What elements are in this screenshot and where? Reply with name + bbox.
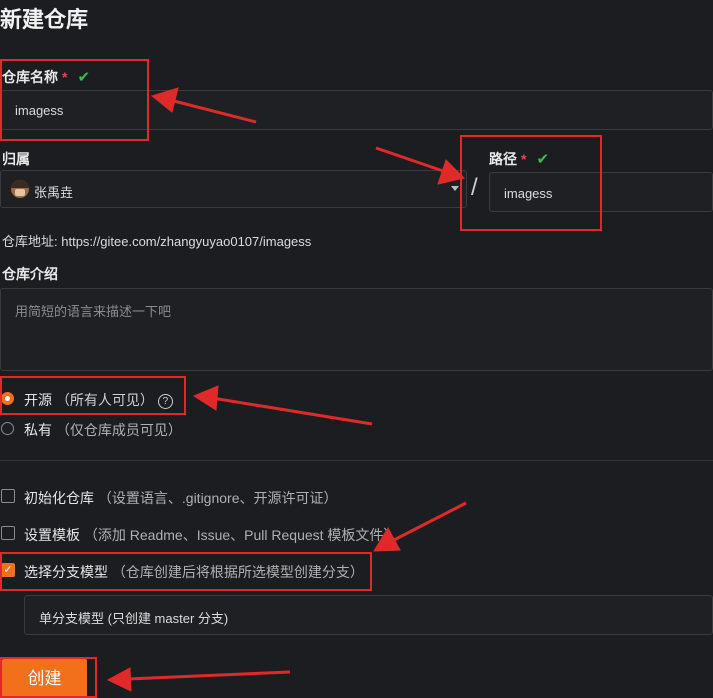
arrow-head-icon [437, 159, 465, 185]
arrow-head-icon [192, 385, 219, 411]
arrow-icon [211, 396, 373, 426]
arrow-icon [169, 98, 257, 124]
arrow-head-icon [150, 87, 179, 113]
arrow-icon [375, 146, 447, 174]
arrow-icon [127, 670, 291, 681]
arrow-head-icon [106, 667, 132, 692]
annotation-arrows [106, 87, 467, 692]
arrow-icon [391, 501, 467, 543]
